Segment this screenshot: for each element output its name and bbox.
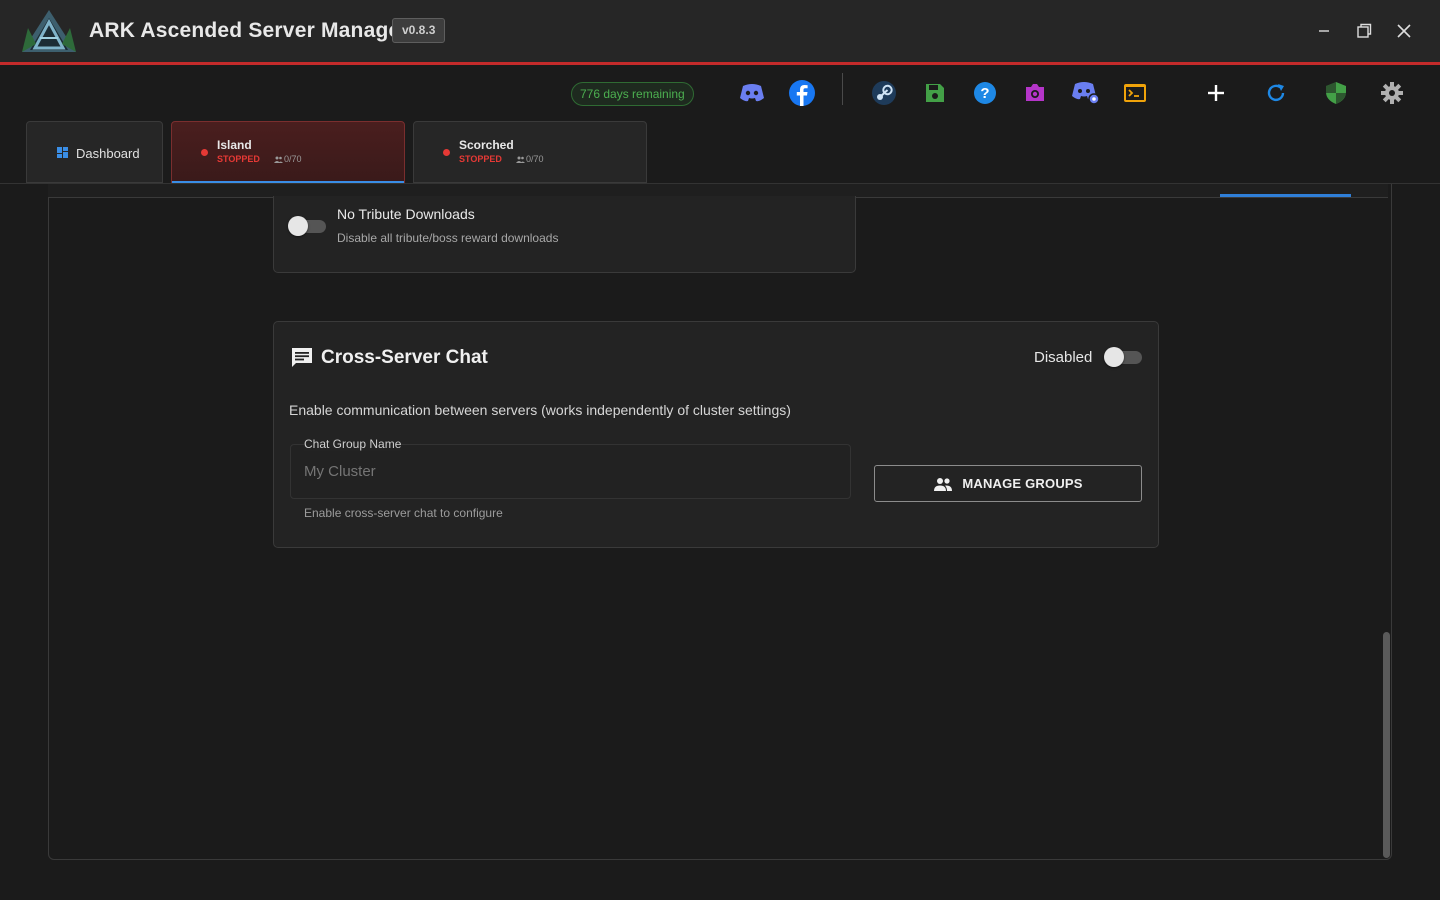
players-icon (516, 156, 525, 163)
settings-icon (1381, 82, 1403, 104)
add-icon (1208, 85, 1224, 101)
facebook-icon (789, 80, 815, 106)
chat-group-name-label: Chat Group Name (304, 437, 402, 451)
status-dot (443, 149, 450, 156)
players-icon (274, 156, 283, 163)
chat-icon (292, 348, 312, 367)
app-title: ARK Ascended Server Manager (89, 19, 409, 42)
refresh-button[interactable] (1261, 78, 1291, 108)
group-icon (934, 477, 953, 491)
discord-bot-button[interactable] (1071, 78, 1101, 108)
no-tribute-title: No Tribute Downloads (337, 206, 475, 222)
shield-icon (1326, 82, 1346, 104)
screenshot-button[interactable] (1020, 78, 1050, 108)
help-icon: ? (974, 82, 996, 104)
toggle-knob (288, 216, 308, 236)
tab-server-name: Scorched (459, 138, 514, 152)
chat-group-helper-text: Enable cross-server chat to configure (304, 506, 503, 520)
discord-bot-icon (1072, 82, 1100, 105)
no-tribute-description: Disable all tribute/boss reward download… (337, 231, 559, 245)
discord-icon (740, 84, 764, 102)
manage-groups-label: MANAGE GROUPS (962, 476, 1083, 491)
steam-icon (872, 81, 896, 105)
terminal-icon (1124, 84, 1146, 102)
no-tribute-toggle[interactable] (288, 216, 326, 236)
cross-server-chat-title: Cross-Server Chat (321, 347, 488, 368)
cross-server-chat-description: Enable communication between servers (wo… (289, 402, 791, 418)
close-button[interactable] (1389, 16, 1419, 46)
tab-server-status: STOPPED (459, 154, 502, 164)
active-subtab-indicator (1220, 194, 1351, 197)
title-bar: ARK Ascended Server Manager v0.8.3 (0, 0, 1440, 62)
version-badge: v0.8.3 (392, 18, 446, 43)
restore-icon (1357, 23, 1372, 38)
tab-player-count: 0/70 (284, 154, 302, 164)
close-icon (1397, 24, 1411, 38)
ark-logo-icon (22, 10, 76, 52)
tab-dashboard[interactable]: Dashboard (26, 121, 163, 183)
svg-text:?: ? (980, 85, 989, 102)
toolbar: 776 days remaining ? (0, 65, 1440, 121)
refresh-icon (1267, 84, 1285, 102)
toggle-knob (1104, 347, 1124, 367)
tab-island[interactable]: Island STOPPED 0/70 (171, 121, 405, 183)
restore-button[interactable] (1349, 16, 1379, 46)
cross-server-chat-toggle[interactable] (1104, 347, 1142, 367)
save-button[interactable] (920, 78, 950, 108)
tab-server-name: Island (217, 138, 252, 152)
settings-button[interactable] (1377, 78, 1407, 108)
help-button[interactable]: ? (970, 78, 1000, 108)
status-dot (201, 149, 208, 156)
dashboard-icon (57, 147, 68, 158)
security-button[interactable] (1321, 78, 1351, 108)
scrollbar-thumb[interactable] (1383, 632, 1390, 858)
tab-dashboard-label: Dashboard (76, 146, 140, 161)
tab-player-count: 0/70 (526, 154, 544, 164)
license-days-badge: 776 days remaining (571, 82, 694, 106)
toolbar-separator (842, 73, 843, 105)
facebook-button[interactable] (787, 78, 817, 108)
tab-server-status: STOPPED (217, 154, 260, 164)
chat-group-name-input[interactable] (304, 463, 834, 480)
discord-button[interactable] (737, 78, 767, 108)
minimize-icon (1319, 30, 1329, 32)
console-button[interactable] (1120, 78, 1150, 108)
camera-icon (1026, 84, 1044, 101)
add-server-button[interactable] (1201, 78, 1231, 108)
manage-groups-button[interactable]: MANAGE GROUPS (874, 465, 1142, 502)
tab-scorched[interactable]: Scorched STOPPED 0/70 (413, 121, 647, 183)
minimize-button[interactable] (1309, 16, 1339, 46)
steam-button[interactable] (869, 78, 899, 108)
cross-server-chat-status: Disabled (1034, 349, 1093, 366)
save-icon (926, 84, 944, 102)
